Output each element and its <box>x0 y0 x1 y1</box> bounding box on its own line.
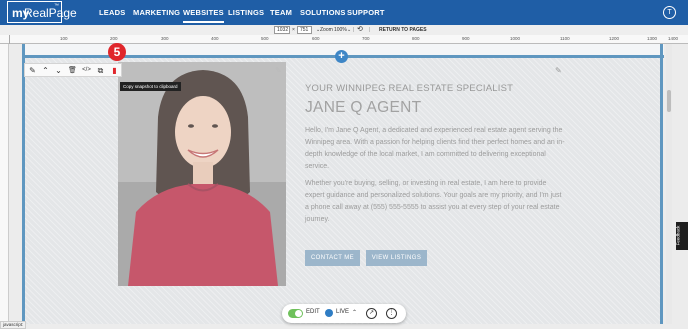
ruler-label: 1200 <box>609 36 620 41</box>
ruler-label: 900 <box>462 36 470 41</box>
divider: | <box>369 27 371 33</box>
chevron-down-icon[interactable]: ⌄ <box>347 26 351 34</box>
horizontal-ruler: 100 200 300 400 500 600 700 800 900 1000… <box>0 35 688 44</box>
divider: | <box>353 27 355 33</box>
logo-name-text: RealPage <box>24 6 77 20</box>
user-avatar[interactable]: T <box>663 6 676 19</box>
duplicate-icon[interactable]: ⧉ <box>95 65 106 76</box>
photo-overlay <box>118 62 286 286</box>
trash-icon[interactable]: 🗑 <box>67 65 78 76</box>
ruler-label: 700 <box>362 36 370 41</box>
return-to-pages-link[interactable]: RETURN TO PAGES <box>379 26 427 34</box>
vertical-scrollbar[interactable] <box>666 44 672 324</box>
agent-subtitle: YOUR WINNIPEG REAL ESTATE SPECIALIST <box>305 83 514 94</box>
pencil-icon[interactable]: ✎ <box>27 65 38 76</box>
agent-photo[interactable] <box>118 62 286 286</box>
ruler-label: 1400 <box>668 36 679 41</box>
history-icon[interactable]: ⟲ <box>357 26 363 34</box>
top-nav: my RealPage ™ LEADS MARKETING WEBSITES L… <box>0 0 688 25</box>
status-bar: javascript: <box>0 321 27 329</box>
height-input[interactable]: 751 <box>297 26 312 34</box>
agent-name-heading: JANE Q AGENT <box>305 99 422 116</box>
chevron-up-icon[interactable]: ⌃ <box>40 65 51 76</box>
contact-me-button[interactable]: CONTACT ME <box>305 250 360 266</box>
chevron-up-icon[interactable]: ⌃ <box>352 309 357 316</box>
times-sign: × <box>292 27 295 33</box>
section-border-left <box>22 44 25 324</box>
globe-icon <box>325 309 333 317</box>
more-options-icon[interactable]: ⋮ <box>386 308 397 319</box>
element-toolbar: ✎ ⌃ ⌄ 🗑 </> ⧉ ▮ <box>24 63 122 77</box>
nav-item-marketing[interactable]: MARKETING <box>133 8 180 17</box>
agent-bio-paragraph-1: Hello, I'm Jane Q Agent, a dedicated and… <box>305 127 565 170</box>
view-listings-button[interactable]: VIEW LISTINGS <box>366 250 427 266</box>
nav-item-leads[interactable]: LEADS <box>99 8 125 17</box>
myrealpage-logo[interactable]: my RealPage ™ <box>7 1 77 23</box>
ruler-label: 600 <box>312 36 320 41</box>
edit-text-icon[interactable]: ✎ <box>555 66 562 75</box>
chevron-down-icon[interactable]: ⌄ <box>53 65 64 76</box>
scrollbar-thumb[interactable] <box>667 90 671 112</box>
step-badge: 5 <box>108 43 126 61</box>
live-label[interactable]: LIVE <box>336 309 349 315</box>
vertical-ruler <box>0 44 9 329</box>
zoom-label: Zoom <box>320 27 333 33</box>
ruler-label: 500 <box>261 36 269 41</box>
edit-label: EDIT <box>306 309 320 315</box>
section-border-right <box>660 44 663 324</box>
feedback-tab[interactable]: Feedback <box>675 222 688 250</box>
agent-bio-paragraph-2: Whether you're buying, selling, or inves… <box>305 180 562 223</box>
copy-snapshot-tooltip: Copy snapshot to clipboard <box>120 82 181 91</box>
nav-item-websites[interactable]: WEBSITES <box>183 8 224 23</box>
ruler-label: 400 <box>211 36 219 41</box>
edit-toggle[interactable] <box>288 309 303 318</box>
ruler-label: 800 <box>412 36 420 41</box>
feedback-label: Feedback <box>675 225 681 246</box>
ruler-label: 1000 <box>510 36 521 41</box>
code-icon[interactable]: </> <box>81 65 92 76</box>
zoom-value[interactable]: 100% <box>334 26 347 34</box>
edit-live-dock: EDIT LIVE ⌃ ↗ ⋮ <box>282 304 406 323</box>
width-input[interactable]: 1032 <box>274 26 290 34</box>
editor-toolbar: 1032 × 751 ⌄ Zoom 100% ⌄ | ⟲ | RETURN TO… <box>0 25 688 35</box>
nav-item-listings[interactable]: LISTINGS <box>228 8 264 17</box>
ruler-label: 300 <box>161 36 169 41</box>
nav-item-support[interactable]: SUPPORT <box>347 8 385 17</box>
ruler-label: 100 <box>60 36 68 41</box>
logo-tm-text: ™ <box>54 3 59 9</box>
open-external-icon[interactable]: ↗ <box>366 308 377 319</box>
nav-item-solutions[interactable]: SOLUTIONS <box>300 8 346 17</box>
add-section-button[interactable]: + <box>335 50 348 63</box>
copy-snapshot-icon[interactable]: ▮ <box>109 65 120 76</box>
ruler-label: 200 <box>110 36 118 41</box>
edit-photo-icon[interactable]: ✎ <box>275 66 282 75</box>
nav-item-team[interactable]: TEAM <box>270 8 292 17</box>
ruler-label: 1100 <box>560 36 570 41</box>
ruler-label: 1300 <box>647 36 658 41</box>
